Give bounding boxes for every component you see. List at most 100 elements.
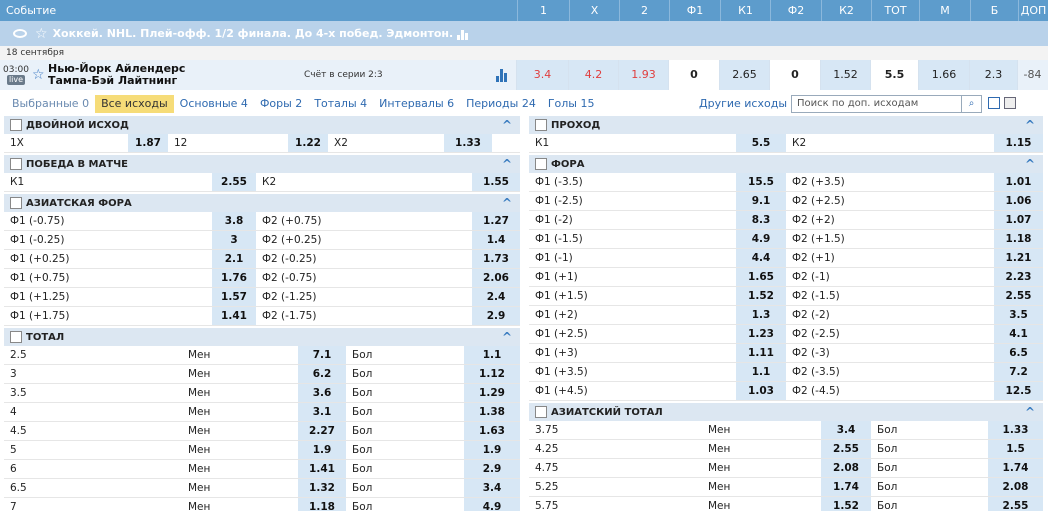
view-list-icon[interactable]	[1004, 97, 1016, 109]
odd-value[interactable]: 1.1	[464, 346, 520, 364]
odd-value[interactable]: 1.12	[464, 365, 520, 383]
section-checkbox[interactable]	[10, 158, 22, 170]
chevron-up-icon[interactable]: ^	[1025, 403, 1035, 421]
odd-value[interactable]: 1.63	[464, 422, 520, 440]
odd-value[interactable]: 1.29	[464, 384, 520, 402]
section-checkbox[interactable]	[10, 119, 22, 131]
odd-value[interactable]: 12.5	[994, 382, 1043, 400]
tab-item[interactable]: Все исходы	[95, 95, 174, 113]
odd-value[interactable]: 1.9	[298, 441, 346, 459]
odd-value[interactable]: 1.33	[444, 134, 492, 152]
odd-value[interactable]: 1.03	[736, 382, 786, 400]
odd-value[interactable]: 2.9	[464, 460, 520, 478]
event-odd[interactable]: 2.65	[719, 60, 769, 90]
odd-value[interactable]: 1.73	[472, 250, 520, 268]
chevron-up-icon[interactable]: ^	[502, 116, 512, 134]
odd-value[interactable]: 1.32	[298, 479, 346, 497]
event-odd[interactable]: 1.66	[918, 60, 969, 90]
chevron-up-icon[interactable]: ^	[502, 155, 512, 173]
odd-value[interactable]: 1.41	[212, 307, 256, 325]
odd-value[interactable]: 1.23	[736, 325, 786, 343]
odd-value[interactable]: 7.2	[994, 363, 1043, 381]
event-odd[interactable]: 5.5	[870, 60, 918, 90]
odd-value[interactable]: 3.4	[464, 479, 520, 497]
event-odd[interactable]: 1.52	[820, 60, 870, 90]
odd-value[interactable]: 1.1	[736, 363, 786, 381]
favorite-star-icon[interactable]: ☆	[32, 67, 48, 83]
odd-value[interactable]: 3.8	[212, 212, 256, 230]
odd-value[interactable]: 1.22	[288, 134, 328, 152]
odd-value[interactable]: 4.4	[736, 249, 786, 267]
odd-value[interactable]: 1.38	[464, 403, 520, 421]
event-odd[interactable]: 0	[668, 60, 719, 90]
odd-value[interactable]: 1.74	[821, 478, 871, 496]
star-icon[interactable]: ☆	[35, 26, 48, 42]
event-odd[interactable]: 2.3	[969, 60, 1017, 90]
event-odd[interactable]: 0	[769, 60, 820, 90]
odd-value[interactable]: 2.27	[298, 422, 346, 440]
odd-value[interactable]: 2.9	[472, 307, 520, 325]
search-input[interactable]: Поиск по доп. исходам ⌕	[791, 95, 982, 113]
section-checkbox[interactable]	[10, 197, 22, 209]
market-section-header[interactable]: ПРОХОД ^	[529, 116, 1043, 134]
tab-item[interactable]: Форы 2	[254, 95, 308, 113]
league-row[interactable]: ☆ Хоккей. NHL. Плей-офф. 1/2 финала. До …	[0, 21, 1048, 46]
tab-item[interactable]: Периоды 24	[460, 95, 542, 113]
odd-value[interactable]: 1.3	[736, 306, 786, 324]
event-stats-icon[interactable]	[496, 68, 516, 82]
event-odd[interactable]: 4.2	[568, 60, 618, 90]
odd-value[interactable]: 15.5	[736, 173, 786, 191]
tab-item[interactable]: Интервалы 6	[373, 95, 460, 113]
odd-value[interactable]: 4.9	[464, 498, 520, 511]
event-teams[interactable]: Нью-Йорк Айлендерс Тампа-Бэй Лайтнинг	[48, 63, 304, 87]
odd-value[interactable]: 6.5	[994, 344, 1043, 362]
odd-value[interactable]: 3.4	[821, 421, 871, 439]
view-columns-icon[interactable]	[988, 97, 1000, 109]
odd-value[interactable]: 1.07	[994, 211, 1043, 229]
odd-value[interactable]: 1.74	[988, 459, 1043, 477]
odd-value[interactable]: 3.6	[298, 384, 346, 402]
chevron-up-icon[interactable]: ^	[1025, 155, 1035, 173]
market-section-header[interactable]: ТОТАЛ ^	[4, 328, 520, 346]
odd-value[interactable]: 8.3	[736, 211, 786, 229]
odd-value[interactable]: 2.55	[821, 440, 871, 458]
odd-value[interactable]: 2.08	[821, 459, 871, 477]
odd-value[interactable]: 4.1	[994, 325, 1043, 343]
market-section-header[interactable]: АЗИАТСКАЯ ФОРА ^	[4, 194, 520, 212]
odd-value[interactable]: 1.4	[472, 231, 520, 249]
odd-value[interactable]: 1.65	[736, 268, 786, 286]
tab-item[interactable]: Тоталы 4	[308, 95, 373, 113]
odd-value[interactable]: 1.11	[736, 344, 786, 362]
odd-value[interactable]: 1.33	[988, 421, 1043, 439]
odd-value[interactable]: 9.1	[736, 192, 786, 210]
odd-value[interactable]: 5.5	[736, 134, 786, 152]
stats-icon[interactable]	[457, 28, 469, 40]
tab-item[interactable]: Основные 4	[174, 95, 254, 113]
other-outcomes-link[interactable]: Другие исходы	[699, 94, 787, 114]
odd-value[interactable]: 1.57	[212, 288, 256, 306]
section-checkbox[interactable]	[535, 158, 547, 170]
odd-value[interactable]: 3.1	[298, 403, 346, 421]
odd-value[interactable]: 2.08	[988, 478, 1043, 496]
event-odd[interactable]: 1.93	[618, 60, 668, 90]
market-section-header[interactable]: ФОРА ^	[529, 155, 1043, 173]
tab-item[interactable]: Выбранные 0	[6, 95, 95, 113]
odd-value[interactable]: 2.06	[472, 269, 520, 287]
odd-value[interactable]: 1.87	[128, 134, 168, 152]
odd-value[interactable]: 1.52	[821, 497, 871, 511]
market-section-header[interactable]: ДВОЙНОЙ ИСХОД ^	[4, 116, 520, 134]
odd-value[interactable]: 6.2	[298, 365, 346, 383]
odd-value[interactable]: 1.52	[736, 287, 786, 305]
odd-value[interactable]: 2.4	[472, 288, 520, 306]
odd-value[interactable]: 1.27	[472, 212, 520, 230]
section-checkbox[interactable]	[10, 331, 22, 343]
event-odd[interactable]: 3.4	[516, 60, 568, 90]
odd-value[interactable]: 1.55	[472, 173, 520, 191]
odd-value[interactable]: 1.9	[464, 441, 520, 459]
odd-value[interactable]: 7.1	[298, 346, 346, 364]
search-icon[interactable]: ⌕	[961, 96, 981, 112]
chevron-up-icon[interactable]: ^	[502, 194, 512, 212]
odd-value[interactable]: 2.55	[212, 173, 256, 191]
section-checkbox[interactable]	[535, 119, 547, 131]
odd-value[interactable]: 2.55	[994, 287, 1043, 305]
